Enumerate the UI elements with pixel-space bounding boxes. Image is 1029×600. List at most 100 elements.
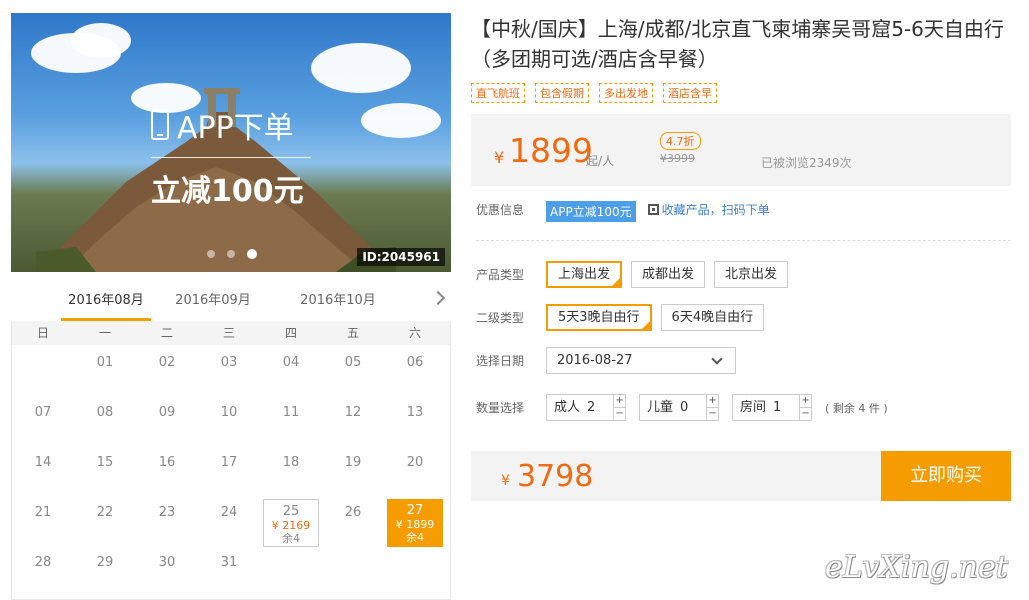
calendar-weekday-header: 日 一 二 三 四 五 六 [12,321,450,345]
child-minus-button[interactable]: − [707,408,718,421]
day-price: ¥ 2169 [271,519,311,532]
qr-code-icon [647,204,659,215]
product-type-row: 产品类型 上海出发 成都出发 北京出发 [476,261,797,288]
buy-now-button[interactable]: 立即购买 [881,451,1011,501]
calendar-day: 05 [344,355,362,370]
calendar-day: 24 [220,505,238,520]
calendar-day-available[interactable]: 25 ¥ 2169 余4 [263,499,319,547]
option-beijing-departure[interactable]: 北京出发 [714,261,789,288]
adult-minus-button[interactable]: − [614,408,625,421]
calendar-day: 21 [34,505,52,520]
room-value[interactable]: 1 [773,395,799,420]
calendar-day: 08 [96,405,114,420]
watermark-logo: eLvXing.net [825,550,1008,585]
overlay-divider [151,157,311,158]
calendar-week-row: 07 08 09 10 11 12 13 [12,395,450,445]
calendar-day: 03 [220,355,238,370]
calendar-week-row: 28 29 30 31 [12,545,450,595]
starting-price: 1899 [509,131,593,170]
adult-value[interactable]: 2 [587,395,613,420]
weekday-label: 五 [346,326,359,340]
tag-holiday: 包含假期 [535,83,589,103]
calendar-week-row: 21 22 23 24 25 ¥ 2169 余4 26 27 ¥ 1899 余4 [12,495,450,547]
option-5d3n[interactable]: 5天3晚自由行 [546,304,652,331]
original-price: ¥3999 [660,152,695,165]
calendar-day: 09 [158,405,176,420]
tag-breakfast: 酒店含早 [663,83,717,103]
date-select[interactable]: 2016-08-27 [546,347,736,374]
calendar-grid: 日 一 二 三 四 五 六 01 02 03 04 05 06 07 08 09… [11,321,451,600]
product-type-label: 产品类型 [476,268,525,282]
remaining-stock: ( 剩余 4 件 ) [825,401,888,415]
calendar-week-row: 14 15 16 17 18 19 20 [12,445,450,495]
calendar-day: 30 [158,555,176,570]
carousel-dot[interactable] [207,250,215,258]
calendar-day: 20 [406,455,424,470]
calendar-day [12,345,74,395]
day-number: 27 [406,503,424,518]
weekday-label: 四 [284,326,297,340]
promo-row: 优惠信息 APP立减100元 收藏产品，扫码下单 [476,201,1011,241]
collect-scan-text: 收藏产品，扫码下单 [661,203,770,217]
chevron-right-icon[interactable] [430,290,446,306]
currency-symbol: ¥ [501,473,510,489]
calendar-day: 11 [282,405,300,420]
option-chengdu-departure[interactable]: 成都出发 [631,261,706,288]
quantity-row: 数量选择 成人 2 + − 儿童 0 + − 房间 1 + − ( 剩余 4 件… [476,394,888,421]
child-value[interactable]: 0 [680,395,706,420]
tag-multi-departure: 多出发地 [599,83,653,103]
option-6d4n[interactable]: 6天4晚自由行 [660,304,765,331]
adult-plus-button[interactable]: + [614,395,626,408]
calendar-week-row: 01 02 03 04 05 06 [12,345,450,395]
tab-month-08[interactable]: 2016年08月 [61,285,151,321]
app-order-text: APP下单 [177,111,294,146]
calendar-day: 17 [220,455,238,470]
calendar-day: 04 [282,355,300,370]
calendar-day [384,545,446,595]
calendar-day: 18 [282,455,300,470]
calendar-day: 12 [344,405,362,420]
carousel-dot[interactable] [227,250,235,258]
weekday-label: 三 [222,326,235,340]
calendar-day: 10 [220,405,238,420]
adult-stepper: 成人 2 + − [546,394,627,421]
room-plus-button[interactable]: + [800,395,812,408]
tab-month-09[interactable]: 2016年09月 [168,285,258,321]
day-remaining: 余4 [282,532,300,545]
calendar-month-tabs: 2016年08月 2016年09月 2016年10月 [11,285,451,321]
sub-type-label: 二级类型 [476,311,525,325]
calendar-day [260,545,322,595]
day-remaining: 余4 [406,531,424,544]
quantity-label: 数量选择 [476,401,525,415]
cloud-shape [71,23,131,58]
option-shanghai-departure[interactable]: 上海出发 [546,261,623,288]
date-label: 选择日期 [476,354,525,368]
view-count: 已被浏览2349次 [761,156,852,170]
product-tags: 直飞航班 包含假期 多出发地 酒店含早 [471,83,717,103]
weekday-label: 日 [36,326,49,340]
app-promo-overlay: APP下单 立减100元 [151,103,331,209]
promo-label: 优惠信息 [476,203,525,217]
room-minus-button[interactable]: − [800,408,811,421]
product-hero-image[interactable]: APP下单 立减100元 ID:2045961 [11,13,451,272]
adult-label: 成人 [554,400,581,415]
calendar-day: 23 [158,505,176,520]
tab-month-10[interactable]: 2016年10月 [293,285,383,321]
child-plus-button[interactable]: + [707,395,719,408]
weekday-label: 六 [408,326,421,340]
price-unit: 起/人 [586,154,615,168]
calendar-day: 13 [406,405,424,420]
discount-badge: 4.7折 [660,132,701,150]
calendar-day-selected[interactable]: 27 ¥ 1899 余4 [387,499,443,547]
calendar-day: 22 [96,505,114,520]
calendar-day: 29 [96,555,114,570]
room-label: 房间 [740,400,767,415]
day-number: 25 [282,504,300,519]
sub-type-row: 二级类型 5天3晚自由行 6天4晚自由行 [476,304,773,331]
carousel-dot-active[interactable] [247,249,257,259]
weekday-label: 一 [98,326,111,340]
collect-scan-link[interactable]: 收藏产品，扫码下单 [647,201,770,218]
product-title: 【中秋/国庆】上海/成都/北京直飞柬埔寨吴哥窟5-6天自由行（多团期可选/酒店含… [471,17,1004,71]
chevron-down-icon [711,353,723,365]
calendar-day: 01 [96,355,114,370]
